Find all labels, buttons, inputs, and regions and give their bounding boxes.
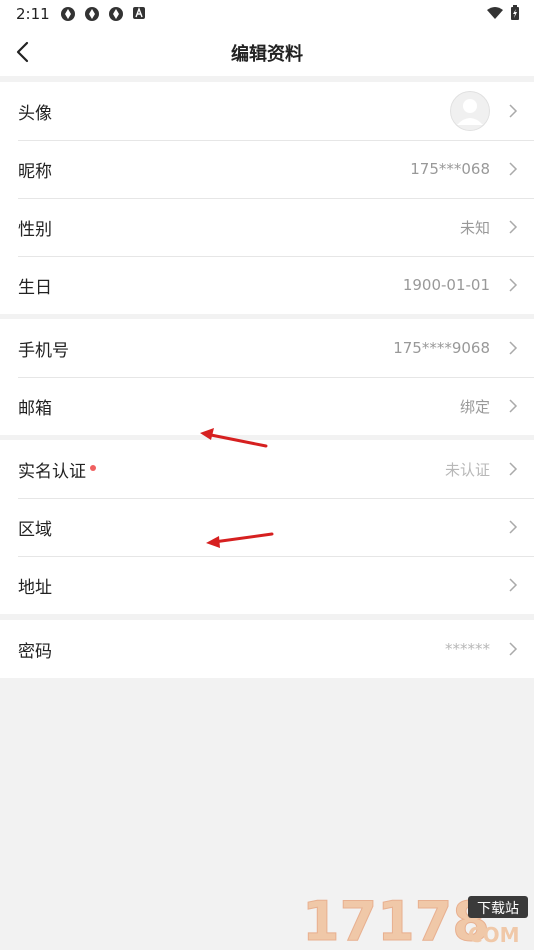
- row-label: 昵称: [18, 161, 52, 182]
- contact-group: 手机号 175****9068 邮箱 绑定: [0, 319, 534, 435]
- annotation-arrow-icon: [200, 428, 268, 448]
- status-bar: 2:11: [0, 0, 534, 28]
- aperture-icon: [109, 7, 123, 21]
- row-nickname[interactable]: 昵称 175***068: [0, 140, 534, 198]
- annotation-arrow-icon: [206, 532, 274, 548]
- chevron-right-icon: [509, 278, 518, 292]
- row-label: 手机号: [18, 340, 69, 361]
- site-watermark-logo: 17178 下载站 COM: [302, 894, 528, 946]
- notification-dot: [90, 464, 96, 471]
- notification-icons: [60, 6, 146, 22]
- aperture-icon: [61, 7, 75, 21]
- row-label: 区域: [18, 519, 52, 540]
- row-phone[interactable]: 手机号 175****9068: [0, 319, 534, 377]
- row-label: 密码: [18, 641, 52, 662]
- system-icons: [486, 5, 520, 21]
- row-avatar[interactable]: 头像: [0, 82, 534, 140]
- row-birthday[interactable]: 生日 1900-01-01: [0, 256, 534, 314]
- row-value: 绑定: [459, 397, 490, 416]
- row-value: 未认证: [444, 460, 490, 479]
- chevron-right-icon: [509, 462, 518, 476]
- status-time: 2:11: [16, 5, 50, 23]
- battery-icon: [511, 5, 519, 20]
- row-value: 1900-01-01: [402, 276, 490, 294]
- top-bar: 编辑资料: [0, 28, 534, 76]
- chevron-right-icon: [509, 520, 518, 534]
- row-label: 性别: [18, 219, 52, 240]
- row-value: 175****9068: [393, 339, 490, 357]
- chevron-right-icon: [509, 578, 518, 592]
- chevron-right-icon: [509, 104, 518, 118]
- row-value: 未知: [459, 218, 490, 237]
- row-label: 头像: [18, 103, 52, 124]
- wifi-icon: [487, 7, 503, 19]
- profile-group: 头像 昵称 175***068 性别 未知 生日 1900-01-01: [0, 82, 534, 314]
- page-title: 编辑资料: [231, 44, 303, 65]
- chevron-right-icon: [509, 162, 518, 176]
- app-a-icon: [133, 7, 145, 19]
- avatar: [450, 91, 490, 131]
- aperture-icon: [85, 7, 99, 21]
- row-address[interactable]: 地址: [0, 556, 534, 614]
- row-label: 邮箱: [18, 398, 52, 419]
- row-label: 地址: [18, 577, 52, 598]
- chevron-right-icon: [509, 220, 518, 234]
- row-label: 生日: [18, 277, 52, 298]
- row-password[interactable]: 密码 ******: [0, 620, 534, 678]
- row-gender[interactable]: 性别 未知: [0, 198, 534, 256]
- chevron-right-icon: [509, 399, 518, 413]
- row-value: 175***068: [410, 160, 490, 178]
- chevron-right-icon: [509, 341, 518, 355]
- identity-group: 实名认证 未认证 区域 地址: [0, 440, 534, 614]
- watermark-suffix: COM: [468, 923, 520, 946]
- watermark-badge: 下载站: [477, 901, 519, 917]
- security-group: 密码 ******: [0, 620, 534, 678]
- watermark-number: 17178: [302, 894, 490, 946]
- avatar-placeholder-icon: [450, 91, 490, 131]
- row-label: 实名认证: [18, 457, 96, 482]
- row-value: ******: [445, 640, 490, 658]
- chevron-right-icon: [509, 642, 518, 656]
